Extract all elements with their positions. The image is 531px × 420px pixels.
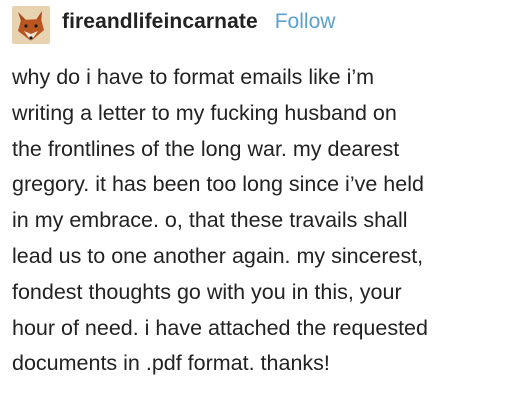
post-body-line: documents in .pdf format. thanks!	[12, 351, 330, 376]
username-link[interactable]: fireandlifeincarnate	[62, 10, 258, 34]
post-body-line: why do i have to format emails like i’m	[12, 65, 375, 89]
post-body-line: in my embrace. o, that these travails sh…	[12, 208, 408, 233]
post-body-line: hour of need. i have attached the reques…	[12, 315, 428, 340]
post-body-line: lead us to one another again. my sincere…	[12, 243, 424, 268]
follow-button[interactable]: Follow	[275, 10, 336, 34]
tumblr-post: fireandlifeincarnate Follow why do i hav…	[0, 0, 531, 420]
post-body-line: gregory. it has been too long since i’ve…	[12, 172, 424, 197]
post-header: fireandlifeincarnate Follow	[12, 6, 335, 44]
post-body-line: writing a letter to my fucking husband o…	[12, 100, 397, 125]
post-body-line: fondest thoughts go with you in this, yo…	[12, 279, 402, 304]
post-body-line: the frontlines of the long war. my deare…	[12, 136, 400, 161]
fox-avatar-icon[interactable]	[12, 6, 50, 44]
post-body: why do i have to format emails like i’m …	[12, 60, 524, 382]
